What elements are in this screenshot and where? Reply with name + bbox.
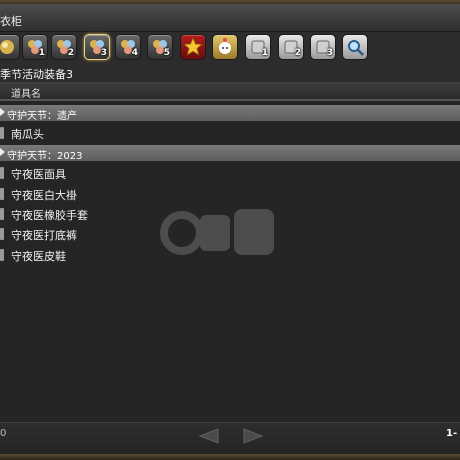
category-row: 季节活动装备3 — [0, 64, 460, 82]
group-header[interactable]: 守护天节：2023 — [0, 145, 460, 162]
item-label: 守夜医打底裤 — [11, 229, 77, 242]
list-item[interactable]: 守夜医面具 — [0, 163, 460, 183]
tab-6[interactable]: 5 — [147, 34, 173, 60]
next-page-button[interactable] — [240, 426, 266, 446]
search-icon — [348, 40, 364, 56]
collapse-arrow-icon — [0, 148, 5, 156]
tab-11[interactable]: 3 — [310, 34, 336, 60]
group-header[interactable]: 守护天节：遗产 — [0, 105, 460, 122]
item-label: 守夜医皮鞋 — [11, 250, 66, 263]
item-icon — [0, 167, 4, 179]
item-icon — [0, 228, 4, 240]
category-title: 季节活动装备3 — [0, 68, 73, 81]
item-label: 南瓜头 — [11, 128, 44, 141]
footer-bar — [0, 422, 460, 456]
moogle-icon — [219, 38, 231, 54]
item-label: 守夜医面具 — [11, 168, 66, 181]
outer-frame-bottom — [0, 454, 460, 460]
window-title: 衣柜 — [0, 15, 22, 28]
group-label: 守护天节：遗产 — [7, 111, 77, 122]
title-bar[interactable]: 衣柜 — [0, 4, 460, 32]
tab-2[interactable]: 1 — [22, 34, 48, 60]
watermark-logo — [160, 209, 274, 255]
item-label: 守夜医白大褂 — [11, 189, 77, 202]
wardrobe-icon — [0, 40, 14, 54]
prev-page-button[interactable] — [196, 426, 222, 446]
collapse-arrow-icon — [0, 108, 5, 116]
tab-8-glamour[interactable] — [212, 34, 238, 60]
item-icon — [0, 188, 4, 200]
footer-left-text: 0 — [0, 428, 7, 439]
tab-12-search[interactable] — [342, 34, 368, 60]
tab-4-active[interactable]: 3 — [84, 34, 110, 60]
item-label: 守夜医橡胶手套 — [11, 209, 88, 222]
tab-10[interactable]: 2 — [278, 34, 304, 60]
item-icon — [0, 127, 4, 139]
column-header-item-name: 道具名 — [11, 89, 41, 100]
list-item[interactable]: 南瓜头 — [0, 123, 460, 143]
item-icon — [0, 249, 4, 261]
tab-7-favorites[interactable] — [180, 34, 206, 60]
tab-9[interactable]: 1 — [245, 34, 271, 60]
tab-1[interactable] — [0, 34, 20, 60]
page-indicator: 1- — [446, 428, 458, 439]
column-header[interactable]: 道具名 — [0, 83, 460, 101]
item-icon — [0, 208, 4, 220]
group-label: 守护天节：2023 — [7, 151, 83, 162]
tab-3[interactable]: 2 — [51, 34, 77, 60]
tab-5[interactable]: 4 — [115, 34, 141, 60]
tab-bar: 1 2 3 4 5 1 2 3 — [0, 32, 460, 62]
star-icon — [182, 36, 204, 56]
